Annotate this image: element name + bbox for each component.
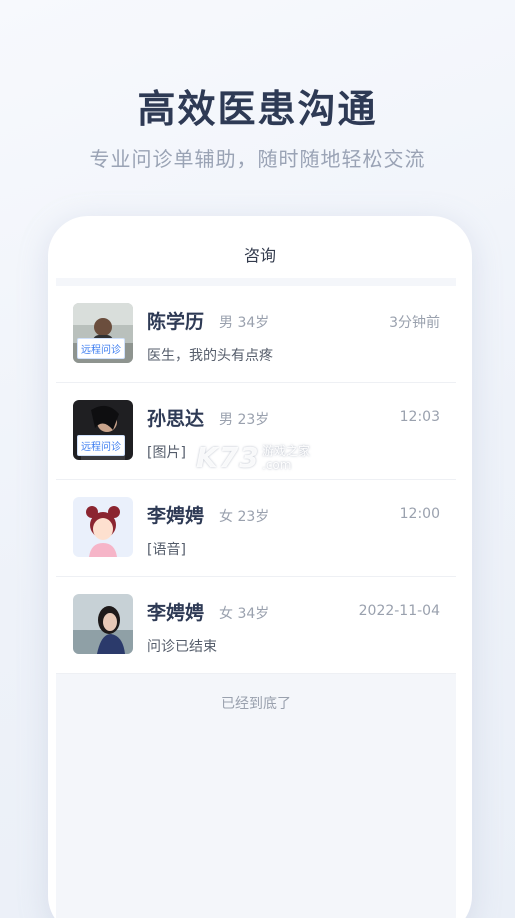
phone-frame: 咨询 远程问诊 陈学历 男 34岁 3分钟前 医生，我的头有点疼 远程问诊 孙思… xyxy=(48,216,472,918)
message-time: 12:03 xyxy=(399,409,440,425)
message-time: 3分钟前 xyxy=(389,315,440,331)
list-footer: 已经到底了 xyxy=(56,674,456,918)
divider xyxy=(56,278,456,286)
remote-consult-tag: 远程问诊 xyxy=(77,435,125,456)
avatar: 远程问诊 xyxy=(73,400,133,460)
remote-consult-tag: 远程问诊 xyxy=(77,338,125,359)
screen-title: 咨询 xyxy=(243,246,276,265)
patient-name: 李娉娉 xyxy=(147,505,205,527)
avatar: 远程问诊 xyxy=(73,303,133,363)
conversation-list: 远程问诊 陈学历 男 34岁 3分钟前 医生，我的头有点疼 远程问诊 孙思达 男… xyxy=(56,286,456,674)
conversation-item[interactable]: 李娉娉 女 34岁 2022-11-04 问诊已结束 xyxy=(56,577,456,674)
watermark-text: 游戏之家 .com xyxy=(262,444,311,472)
patient-name: 陈学历 xyxy=(147,311,205,333)
message-time: 12:00 xyxy=(399,506,440,522)
patient-meta: 男 34岁 xyxy=(219,315,270,331)
message-preview: [图片] xyxy=(147,445,186,461)
message-time: 2022-11-04 xyxy=(358,603,440,619)
conversation-item[interactable]: 远程问诊 陈学历 男 34岁 3分钟前 医生，我的头有点疼 xyxy=(56,286,456,383)
patient-name: 孙思达 xyxy=(147,408,205,430)
patient-name: 李娉娉 xyxy=(147,602,205,624)
hero-subtitle: 专业问诊单辅助，随时随地轻松交流 xyxy=(89,147,426,171)
message-preview: 问诊已结束 xyxy=(147,639,217,655)
patient-meta: 男 23岁 xyxy=(219,412,270,428)
message-preview: [语音] xyxy=(147,542,186,558)
hero-title: 高效医患沟通 xyxy=(137,87,378,131)
watermark-logo: K73 xyxy=(196,441,260,474)
avatar xyxy=(73,497,133,557)
patient-meta: 女 34岁 xyxy=(219,606,270,622)
end-of-list-text: 已经到底了 xyxy=(221,696,291,712)
patient-meta: 女 23岁 xyxy=(219,509,270,525)
avatar xyxy=(73,594,133,654)
conversation-item[interactable]: 李娉娉 女 23岁 12:00 [语音] xyxy=(56,480,456,577)
message-preview: 医生，我的头有点疼 xyxy=(147,348,273,364)
